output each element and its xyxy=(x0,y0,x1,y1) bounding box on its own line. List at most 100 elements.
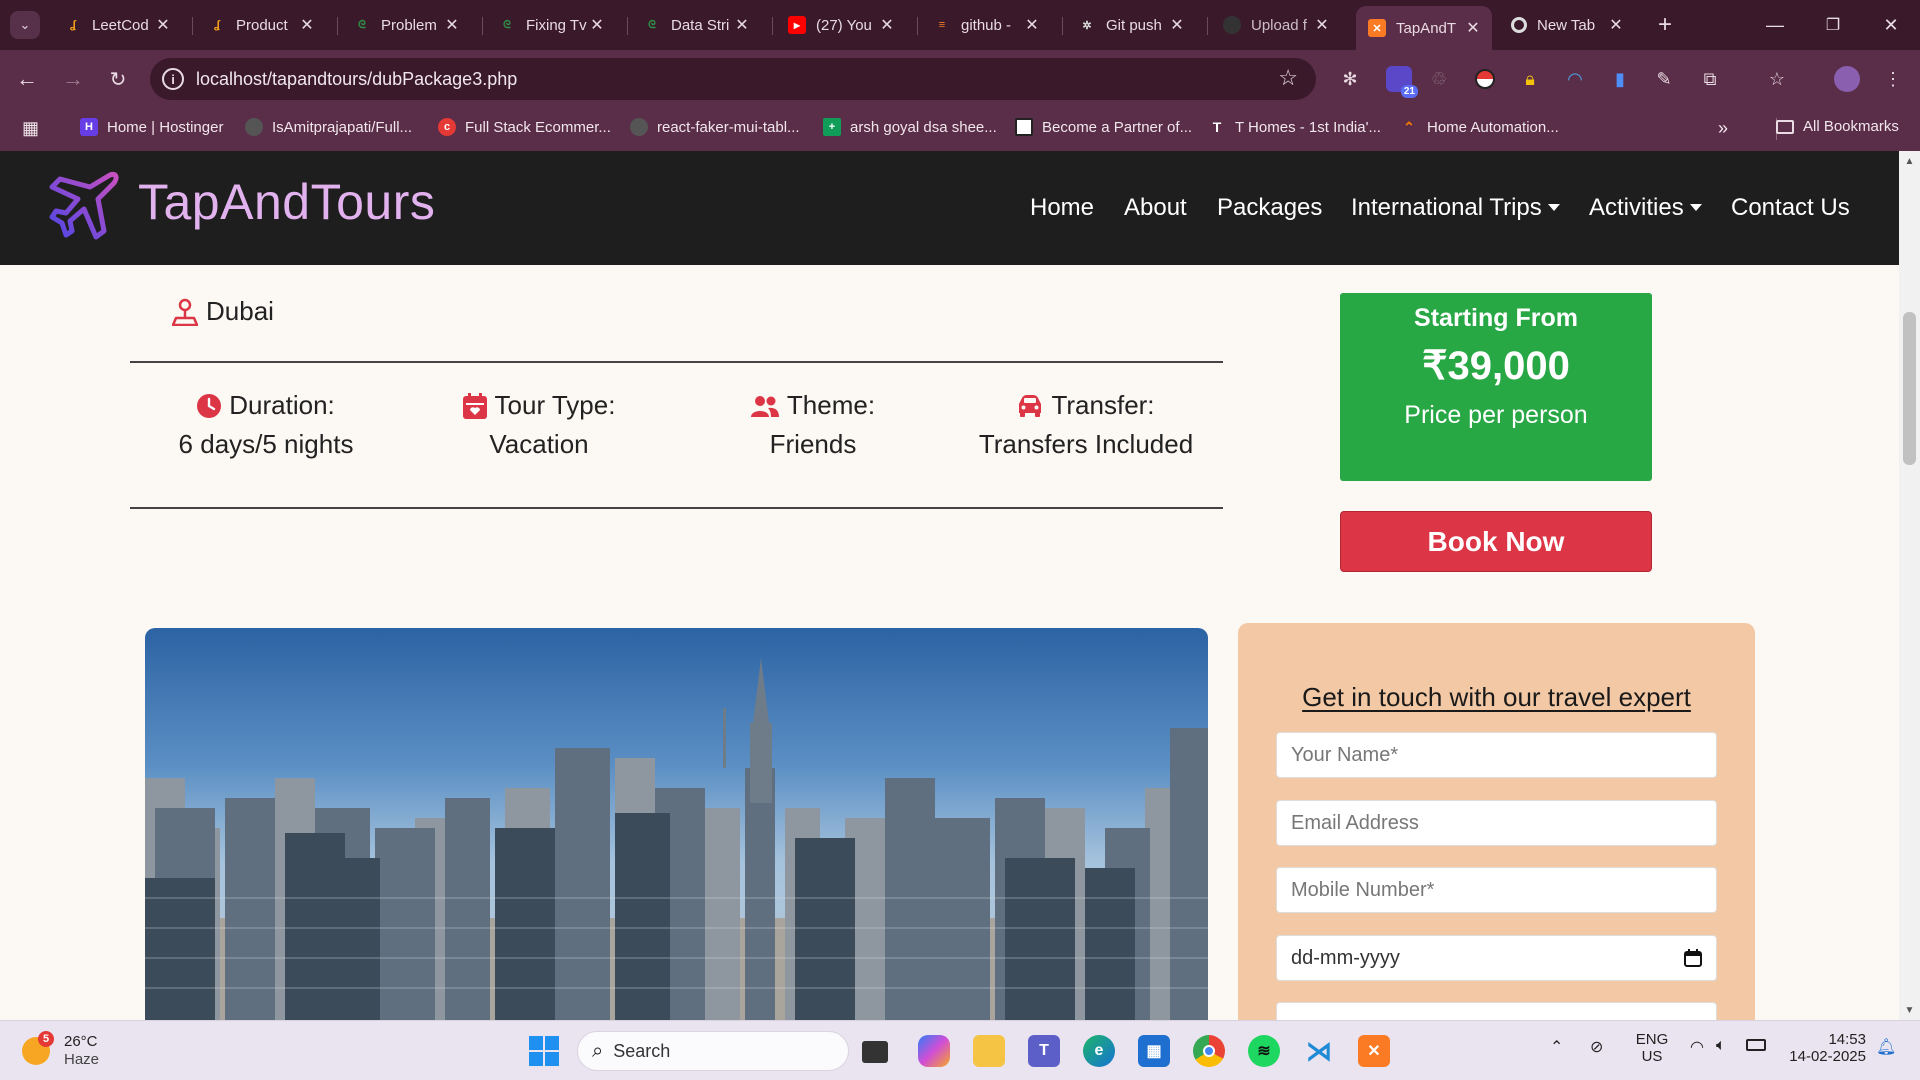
brand-name[interactable]: TapAndTours xyxy=(138,173,435,231)
reload-icon[interactable]: ↻ xyxy=(103,64,133,94)
extension-recycle-icon[interactable]: ♲ xyxy=(1426,66,1452,92)
name-field[interactable]: Your Name* xyxy=(1276,732,1717,778)
close-icon[interactable]: ✕ xyxy=(1168,15,1186,35)
wifi-icon[interactable]: ◠ xyxy=(1690,1037,1704,1057)
date-field[interactable]: dd-mm-yyyy xyxy=(1276,935,1717,981)
scroll-down-icon[interactable]: ▼ xyxy=(1899,1002,1920,1018)
windows-start-icon[interactable] xyxy=(528,1035,560,1067)
restore-icon[interactable]: ❐ xyxy=(1818,10,1848,40)
bookmark-item[interactable]: react-faker-mui-tabl... xyxy=(630,118,800,136)
bookmark-item[interactable]: + arsh goyal dsa shee... xyxy=(823,118,997,136)
close-icon[interactable]: ✕ xyxy=(878,15,896,35)
close-icon[interactable]: ✕ xyxy=(1607,15,1625,35)
extension-pokeball-icon[interactable] xyxy=(1472,66,1498,92)
browser-tab[interactable]: ʆ Product ✕ xyxy=(196,6,326,44)
scrollbar-thumb[interactable] xyxy=(1903,312,1916,465)
theme-label: Theme: xyxy=(786,390,876,420)
extensions-puzzle-icon[interactable]: ⧉ xyxy=(1697,66,1723,92)
close-window-icon[interactable]: ✕ xyxy=(1876,10,1906,40)
nav-activities[interactable]: Activities xyxy=(1589,194,1702,222)
file-explorer-icon[interactable] xyxy=(973,1035,1005,1067)
close-icon[interactable]: ✕ xyxy=(1464,18,1482,38)
xampp-taskbar-icon[interactable]: ✕ xyxy=(1358,1035,1390,1067)
clock[interactable]: 14:53 14-02-2025 xyxy=(1786,1031,1866,1065)
email-field[interactable]: Email Address xyxy=(1276,800,1717,846)
profile-avatar[interactable] xyxy=(1834,66,1860,92)
github-icon xyxy=(245,118,263,136)
close-icon[interactable]: ✕ xyxy=(733,15,751,35)
chrome-taskbar-icon[interactable] xyxy=(1193,1035,1225,1067)
browser-tab[interactable]: ᘓ Data Stri ✕ xyxy=(631,6,761,44)
bookmark-star-icon[interactable]: ☆ xyxy=(1278,65,1298,91)
travelers-field[interactable] xyxy=(1276,1002,1717,1020)
extension-lock-icon[interactable]: 🔒︎ xyxy=(1517,66,1543,92)
browser-menu-icon[interactable]: ⋮ xyxy=(1880,66,1906,92)
task-view-icon[interactable] xyxy=(862,1041,888,1063)
nav-about[interactable]: About xyxy=(1124,194,1187,222)
copilot-icon[interactable] xyxy=(918,1035,950,1067)
browser-tab[interactable]: ᘓ Fixing Tv ✕ xyxy=(486,6,616,44)
calendar-picker-icon[interactable] xyxy=(1684,949,1702,967)
volume-icon[interactable]: 🔈︎ xyxy=(1716,1037,1726,1055)
browser-tab[interactable]: ≡ github - ✕ xyxy=(921,6,1051,44)
location-name: Dubai xyxy=(206,296,274,326)
taskbar-search[interactable]: ⌕ Search xyxy=(577,1031,849,1071)
extension-calendar-icon[interactable]: 21 xyxy=(1386,66,1418,98)
apps-grid-icon[interactable]: ▦ xyxy=(22,118,39,139)
nav-home[interactable]: Home xyxy=(1030,194,1094,222)
browser-tab[interactable]: ▶ (27) You ✕ xyxy=(776,6,906,44)
new-tab-button[interactable]: + xyxy=(1650,10,1680,40)
close-icon[interactable]: ✕ xyxy=(154,15,172,35)
extension-eyedropper-icon[interactable]: ✎ xyxy=(1651,66,1677,92)
book-now-button[interactable]: Book Now xyxy=(1340,511,1652,572)
xampp-icon: ✕ xyxy=(1368,19,1386,37)
show-hidden-icons[interactable]: ⌃ xyxy=(1550,1037,1563,1057)
spotify-icon[interactable]: ≋ xyxy=(1248,1035,1280,1067)
browser-tab-active[interactable]: ✕ TapAndT ✕ xyxy=(1356,6,1492,50)
all-bookmarks-button[interactable]: All Bookmarks xyxy=(1776,118,1899,135)
bookmark-item[interactable]: ⌃ Home Automation... xyxy=(1400,118,1559,136)
mobile-field[interactable]: Mobile Number* xyxy=(1276,867,1717,913)
close-icon[interactable]: ✕ xyxy=(1313,15,1331,35)
more-bookmarks-icon[interactable]: » xyxy=(1718,118,1728,139)
store-icon[interactable]: ▦ xyxy=(1138,1035,1170,1067)
url-text[interactable]: localhost/tapandtours/dubPackage3.php xyxy=(196,69,517,90)
nav-contact-us[interactable]: Contact Us xyxy=(1731,194,1850,222)
bookmark-item[interactable]: c Full Stack Ecommer... xyxy=(438,118,611,136)
network-warning-icon[interactable]: ⊘ xyxy=(1590,1037,1603,1057)
close-icon[interactable]: ✕ xyxy=(588,15,606,35)
close-icon[interactable]: ✕ xyxy=(1023,15,1041,35)
browser-tab[interactable]: ʆ LeetCod ✕ xyxy=(52,6,182,44)
teams-icon[interactable]: T xyxy=(1028,1035,1060,1067)
browser-tab[interactable]: New Tab ✕ xyxy=(1499,6,1635,44)
minimize-icon[interactable]: — xyxy=(1760,10,1790,40)
extension-docs-icon[interactable]: ▮ xyxy=(1607,66,1633,92)
bookmark-item[interactable]: Become a Partner of... xyxy=(1015,118,1192,136)
nav-packages[interactable]: Packages xyxy=(1217,194,1322,222)
bookmark-item[interactable]: IsAmitprajapati/Full... xyxy=(245,118,412,136)
back-icon[interactable]: ← xyxy=(12,64,42,94)
address-bar[interactable]: i localhost/tapandtours/dubPackage3.php … xyxy=(150,58,1316,100)
battery-icon[interactable] xyxy=(1746,1039,1766,1051)
browser-tab[interactable]: ᘓ Problem ✕ xyxy=(341,6,471,44)
edge-icon[interactable]: e xyxy=(1083,1035,1115,1067)
browser-tab[interactable]: ✲ Git push ✕ xyxy=(1066,6,1196,44)
reading-list-icon[interactable]: ☆ xyxy=(1764,66,1790,92)
scroll-up-icon[interactable]: ▲ xyxy=(1899,153,1920,169)
tab-search-button[interactable]: ⌄ xyxy=(10,11,40,39)
forward-icon[interactable]: → xyxy=(58,64,88,94)
extension-gear-icon[interactable]: ✻ xyxy=(1337,66,1363,92)
site-info-icon[interactable]: i xyxy=(162,68,184,90)
extension-gauge-icon[interactable]: ◠ xyxy=(1562,66,1588,92)
close-icon[interactable]: ✕ xyxy=(298,15,316,35)
language-indicator[interactable]: ENG US xyxy=(1632,1031,1672,1065)
bookmark-item[interactable]: T T Homes - 1st India'... xyxy=(1208,118,1381,136)
nav-international-trips[interactable]: International Trips xyxy=(1351,194,1560,222)
airplane-logo-icon[interactable] xyxy=(48,169,120,241)
notification-bell-icon[interactable]: 🔔︎ xyxy=(1876,1037,1896,1057)
browser-tab[interactable]: Upload f ✕ xyxy=(1211,6,1341,44)
page-scrollbar[interactable] xyxy=(1899,151,1920,1020)
bookmark-item[interactable]: H Home | Hostinger xyxy=(80,118,223,136)
vscode-icon[interactable]: ⋊ xyxy=(1303,1035,1335,1067)
close-icon[interactable]: ✕ xyxy=(443,15,461,35)
